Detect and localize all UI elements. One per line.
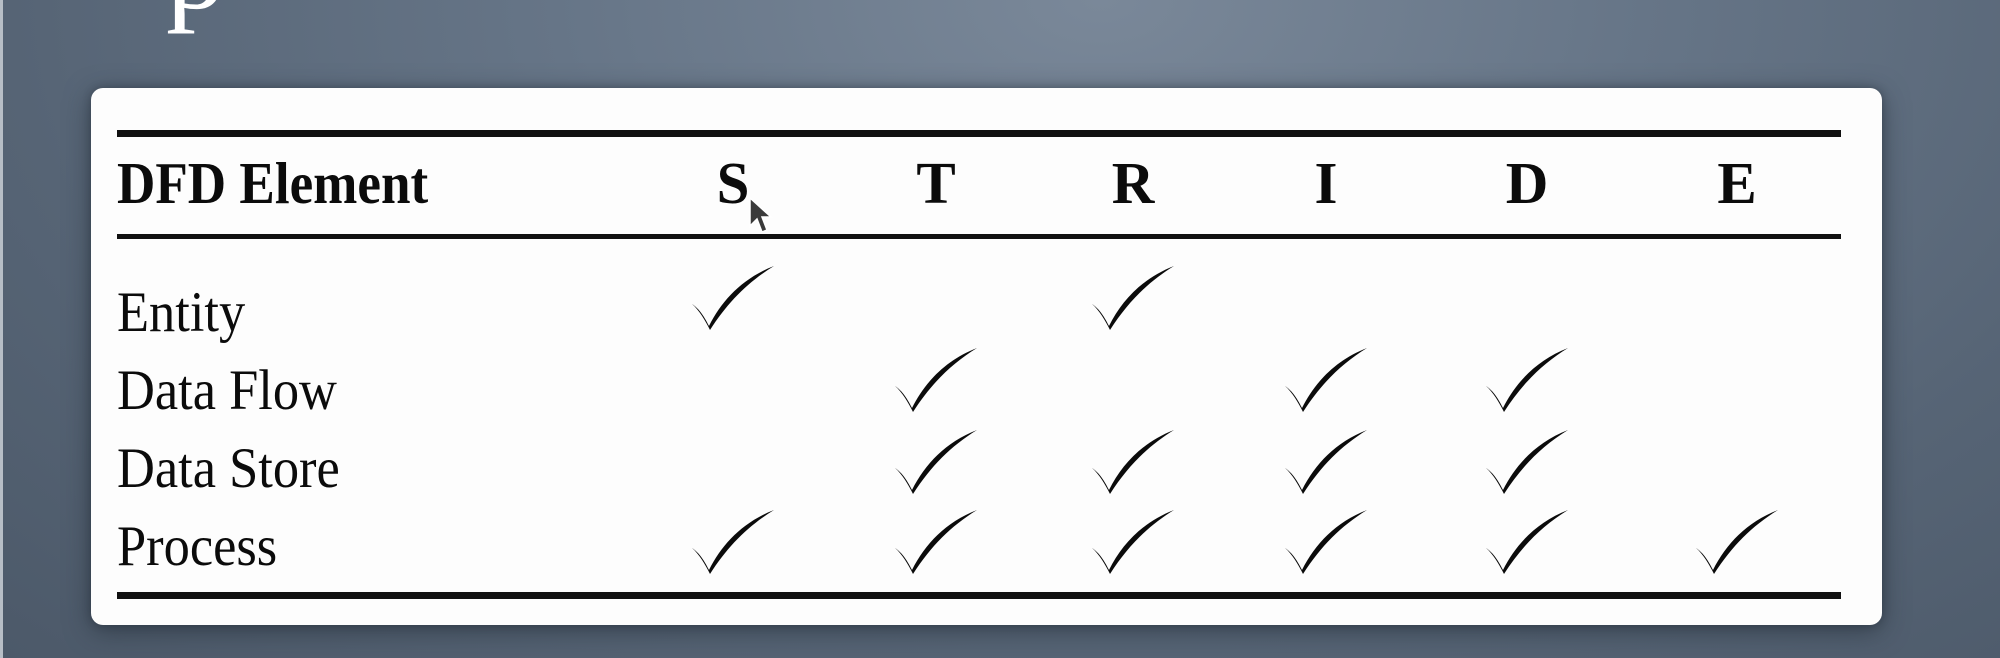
checkmark-icon: [895, 348, 977, 412]
header-dfd-element: DFD Element: [117, 150, 429, 216]
checkmark-icon: [1486, 430, 1568, 494]
checkmark-icon: [1092, 430, 1174, 494]
row-label-entity: Entity: [117, 281, 246, 344]
stride-table-card: DFD Element S T R I D E Entity Data Flow…: [91, 88, 1882, 625]
row-label-data-flow: Data Flow: [117, 359, 337, 422]
header-col-i: I: [1314, 150, 1338, 216]
checkmark-icon: [1285, 510, 1367, 574]
slide-title-fragment: p: [166, 0, 226, 28]
checkmark-icon: [1092, 266, 1174, 330]
checkmark-icon: [895, 510, 977, 574]
checkmark-icon: [1696, 510, 1778, 574]
header-col-d: D: [1505, 150, 1549, 216]
mouse-pointer-icon: [749, 196, 773, 233]
row-label-process: Process: [117, 515, 278, 578]
header-col-r: R: [1111, 150, 1155, 216]
checkmark-icon: [692, 266, 774, 330]
checkmark-icon: [692, 510, 774, 574]
checkmark-icon: [1285, 430, 1367, 494]
checkmark-icon: [1486, 510, 1568, 574]
checkmark-icon: [1092, 510, 1174, 574]
header-col-t: T: [916, 150, 956, 216]
row-label-data-store: Data Store: [117, 437, 340, 500]
checkmark-icon: [895, 430, 977, 494]
table-header-rule: [117, 234, 1841, 239]
checkmark-icon: [1486, 348, 1568, 412]
header-col-e: E: [1717, 150, 1757, 216]
table-bottom-rule: [117, 592, 1841, 599]
checkmark-icon: [1285, 348, 1367, 412]
screen-edge: [0, 0, 3, 658]
table-top-rule: [117, 130, 1841, 137]
